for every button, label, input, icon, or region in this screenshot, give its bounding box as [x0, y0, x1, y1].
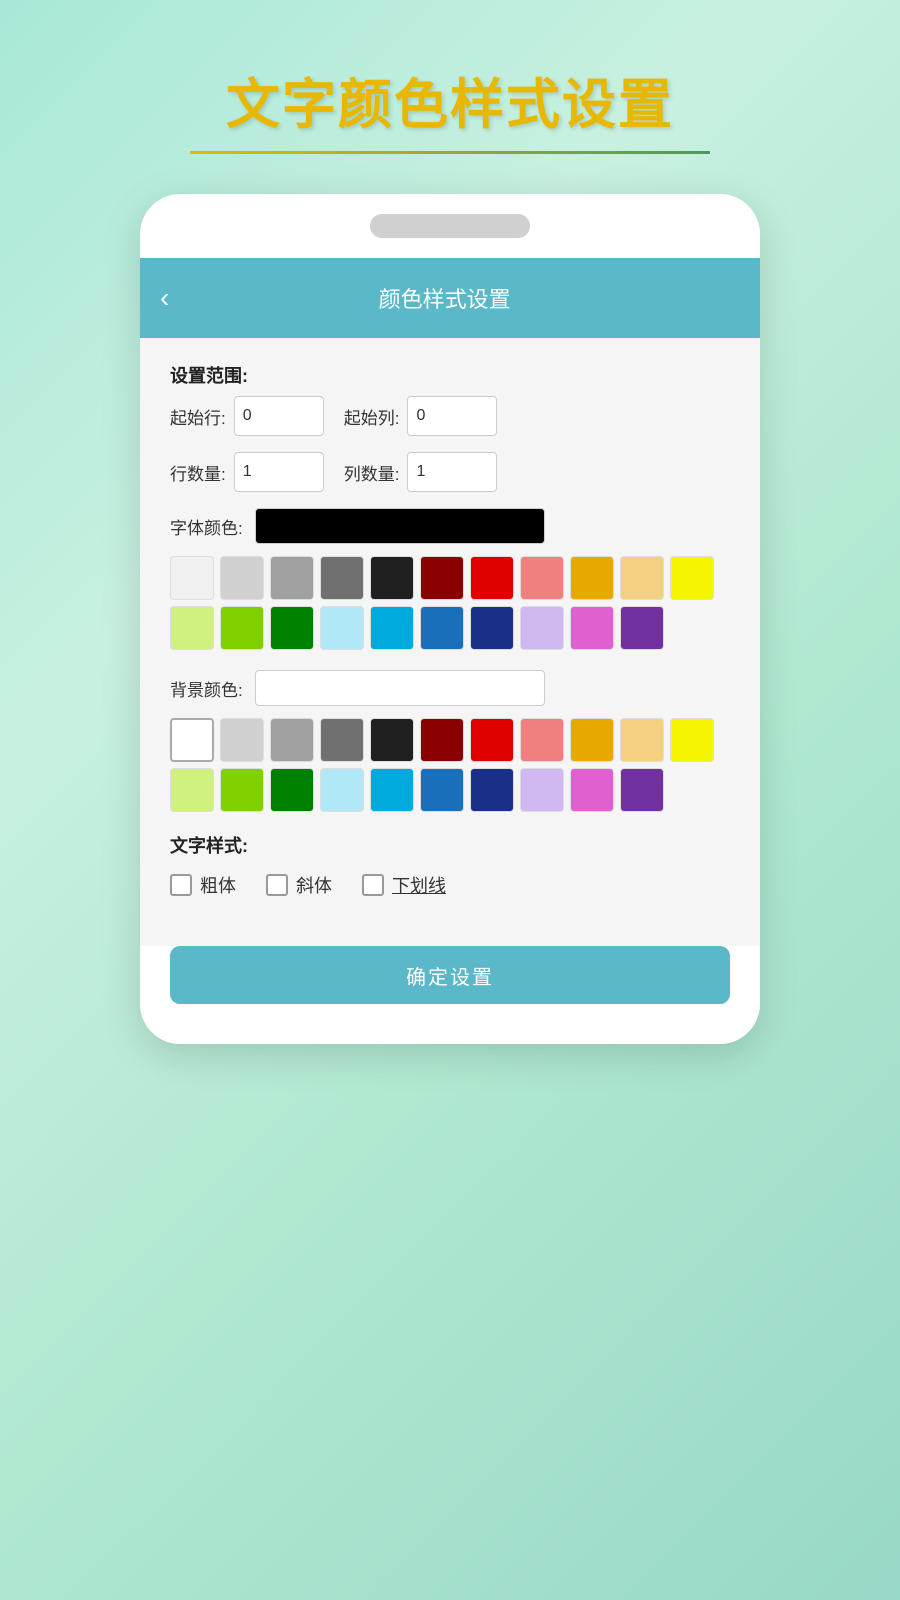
color-swatch[interactable]: [270, 556, 314, 600]
color-swatch[interactable]: [520, 556, 564, 600]
header-title: 颜色样式设置: [189, 282, 700, 314]
color-swatch[interactable]: [670, 718, 714, 762]
title-underline: [190, 151, 710, 154]
color-swatch[interactable]: [570, 556, 614, 600]
row-count-group: 行数量:: [170, 452, 324, 492]
text-style-options: 粗体 斜体 下划线: [170, 872, 730, 898]
font-color-row: 字体颜色:: [170, 508, 730, 544]
color-swatch[interactable]: [220, 556, 264, 600]
color-swatch[interactable]: [320, 768, 364, 812]
row-count-input[interactable]: [234, 452, 324, 492]
start-row-input[interactable]: [234, 396, 324, 436]
color-swatch[interactable]: [320, 718, 364, 762]
font-color-label: 字体颜色:: [170, 514, 243, 539]
col-count-group: 列数量:: [344, 452, 498, 492]
start-row-row: 起始行: 起始列:: [170, 396, 730, 436]
font-color-preview[interactable]: [255, 508, 545, 544]
color-swatch[interactable]: [620, 556, 664, 600]
content-area: 设置范围: 起始行: 起始列: 行数量: 列数量: 字体颜色:: [140, 338, 760, 946]
start-col-input[interactable]: [407, 396, 497, 436]
count-row: 行数量: 列数量:: [170, 452, 730, 492]
col-count-label: 列数量:: [344, 460, 400, 485]
color-swatch[interactable]: [270, 606, 314, 650]
bg-color-label: 背景颜色:: [170, 676, 243, 701]
font-color-row2: [170, 606, 730, 650]
phone-notch: [370, 214, 530, 238]
bold-label: 粗体: [200, 872, 236, 898]
app-header: ‹ 颜色样式设置: [140, 258, 760, 338]
color-swatch[interactable]: [670, 556, 714, 600]
underline-checkbox[interactable]: [362, 874, 384, 896]
color-swatch[interactable]: [470, 768, 514, 812]
color-swatch[interactable]: [420, 768, 464, 812]
start-row-label: 起始行:: [170, 404, 226, 429]
color-swatch[interactable]: [420, 556, 464, 600]
color-swatch[interactable]: [420, 718, 464, 762]
row-count-label: 行数量:: [170, 460, 226, 485]
bg-color-preview[interactable]: [255, 670, 545, 706]
color-swatch[interactable]: [270, 718, 314, 762]
italic-option[interactable]: 斜体: [266, 872, 332, 898]
bold-checkbox[interactable]: [170, 874, 192, 896]
start-row-group: 起始行:: [170, 396, 324, 436]
color-swatch[interactable]: [220, 606, 264, 650]
color-swatch[interactable]: [470, 606, 514, 650]
bold-option[interactable]: 粗体: [170, 872, 236, 898]
phone-frame: ‹ 颜色样式设置 设置范围: 起始行: 起始列: 行数量: 列数量:: [140, 194, 760, 1044]
color-swatch[interactable]: [570, 718, 614, 762]
color-swatch[interactable]: [220, 768, 264, 812]
color-swatch[interactable]: [370, 556, 414, 600]
col-count-input[interactable]: [407, 452, 497, 492]
start-col-label: 起始列:: [344, 404, 400, 429]
color-swatch[interactable]: [420, 606, 464, 650]
back-button[interactable]: ‹: [160, 282, 169, 314]
color-swatch[interactable]: [520, 768, 564, 812]
color-swatch[interactable]: [620, 768, 664, 812]
italic-label: 斜体: [296, 872, 332, 898]
color-swatch[interactable]: [620, 718, 664, 762]
bg-color-row1: [170, 718, 730, 762]
font-color-swatches: [170, 556, 730, 650]
color-swatch[interactable]: [170, 768, 214, 812]
color-swatch[interactable]: [520, 606, 564, 650]
color-swatch[interactable]: [170, 556, 214, 600]
color-swatch[interactable]: [270, 768, 314, 812]
color-swatch[interactable]: [570, 606, 614, 650]
bg-color-row: 背景颜色:: [170, 670, 730, 706]
range-section-label: 设置范围:: [170, 362, 730, 388]
color-swatch[interactable]: [320, 556, 364, 600]
color-swatch[interactable]: [620, 606, 664, 650]
color-swatch[interactable]: [370, 768, 414, 812]
color-swatch[interactable]: [370, 718, 414, 762]
underline-option[interactable]: 下划线: [362, 872, 446, 898]
italic-checkbox[interactable]: [266, 874, 288, 896]
bg-color-row2: [170, 768, 730, 812]
color-swatch[interactable]: [170, 606, 214, 650]
bg-color-swatches: [170, 718, 730, 812]
text-style-label: 文字样式:: [170, 832, 730, 858]
page-title: 文字颜色样式设置: [226, 60, 674, 139]
color-swatch[interactable]: [470, 556, 514, 600]
confirm-button[interactable]: 确定设置: [170, 946, 730, 1004]
color-swatch[interactable]: [470, 718, 514, 762]
font-color-row1: [170, 556, 730, 600]
color-swatch[interactable]: [320, 606, 364, 650]
color-swatch[interactable]: [520, 718, 564, 762]
color-swatch[interactable]: [570, 768, 614, 812]
color-swatch[interactable]: [170, 718, 214, 762]
color-swatch[interactable]: [370, 606, 414, 650]
underline-label: 下划线: [392, 872, 446, 898]
start-col-group: 起始列:: [344, 396, 498, 436]
color-swatch[interactable]: [220, 718, 264, 762]
